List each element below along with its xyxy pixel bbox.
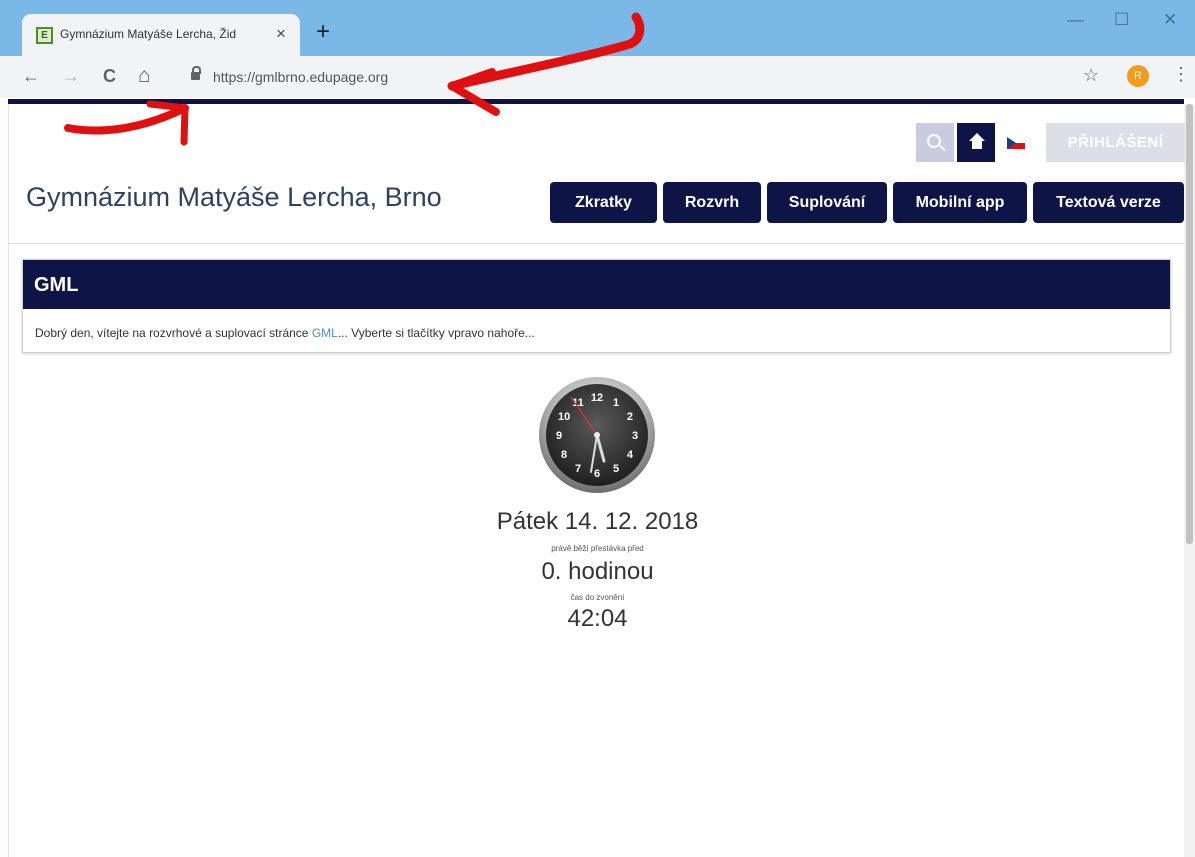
scrollbar-thumb[interactable] — [1186, 104, 1193, 544]
panel-text-before: Dobrý den, vítejte na rozvrhové a suplov… — [35, 326, 312, 340]
language-button[interactable] — [995, 123, 1035, 162]
clock-number-7: 7 — [575, 463, 581, 475]
clock-number-6: 6 — [594, 468, 600, 480]
clock-face-svg: 12 1234567891011 — [539, 377, 655, 493]
annotation-arrowhead-left — [146, 100, 189, 146]
clock-number-8: 8 — [561, 449, 567, 461]
profile-avatar[interactable]: R — [1127, 65, 1149, 87]
url-text: https://gmlbrno.edupage.org — [213, 69, 389, 85]
break-label: právě běží přestávka před — [551, 544, 644, 553]
menu-zkratky-button[interactable]: Zkratky — [550, 182, 657, 223]
favicon-icon: E — [36, 27, 53, 44]
browser-toolbar: ← → C ⌂ https://gmlbrno.edupage.org ☆ R … — [0, 56, 1195, 98]
panel-header: GML — [23, 260, 1170, 309]
lock-icon — [191, 66, 201, 80]
panel-text: Dobrý den, vítejte na rozvrhové a suplov… — [35, 326, 535, 340]
maximize-button[interactable]: ☐ — [1114, 10, 1129, 30]
back-button[interactable]: ← — [22, 65, 40, 87]
top-accent-bar — [8, 99, 1184, 104]
clock-number-12: 12 — [591, 392, 603, 404]
home-button[interactable]: ⌂ — [138, 65, 151, 87]
login-button[interactable]: PŘIHLÁŠENÍ — [1046, 123, 1185, 162]
menu-text-version-button[interactable]: Textová verze — [1033, 182, 1184, 223]
bell-countdown: 42:04 — [567, 605, 628, 632]
home-icon — [969, 133, 985, 141]
search-button[interactable] — [916, 123, 954, 162]
czech-flag-icon — [1007, 137, 1025, 149]
minimize-button[interactable]: — — [1067, 10, 1084, 30]
bookmark-star-icon[interactable]: ☆ — [1083, 65, 1099, 86]
forward-button[interactable]: → — [62, 65, 80, 87]
menu-suplovani-button[interactable]: Suplování — [767, 182, 887, 223]
clock-number-9: 9 — [556, 430, 562, 442]
tab-title: Gymnázium Matyáše Lercha, Žid — [60, 27, 237, 41]
welcome-panel: GML Dobrý den, vítejte na rozvrhové a su… — [22, 259, 1171, 353]
home-icon-body — [972, 141, 982, 149]
browser-tab[interactable]: E Gymnázium Matyáše Lercha, Žid × — [22, 14, 300, 56]
menu-rozvrh-button[interactable]: Rozvrh — [663, 182, 761, 223]
browser-menu-icon[interactable]: ⋮ — [1172, 64, 1190, 85]
bell-label: čas do zvonění — [570, 593, 625, 602]
clock-number-2: 2 — [627, 411, 633, 423]
browser-titlebar: E Gymnázium Matyáše Lercha, Žid × + — ☐ … — [0, 0, 1195, 56]
header-divider — [8, 243, 1184, 244]
annotation-stroke-left — [64, 104, 189, 135]
panel-text-after: ... Vyberte si tlačítky vpravo nahoře... — [337, 326, 535, 340]
clock-number-1: 1 — [613, 397, 619, 409]
close-window-button[interactable]: ✕ — [1163, 10, 1177, 30]
clock-number-3: 3 — [632, 430, 638, 442]
clock-number-5: 5 — [613, 463, 619, 475]
page-scrollbar[interactable] — [1184, 104, 1195, 857]
home-nav-button[interactable] — [957, 123, 995, 162]
current-date: Pátek 14. 12. 2018 — [496, 508, 699, 535]
new-tab-button[interactable]: + — [316, 20, 330, 44]
clock-center-pin — [594, 432, 600, 438]
page-left-edge — [0, 104, 9, 857]
reload-button[interactable]: C — [103, 65, 116, 87]
tab-close-icon[interactable]: × — [276, 24, 286, 44]
clock-number-4: 4 — [627, 449, 634, 461]
search-icon — [927, 134, 941, 148]
site-title: Gymnázium Matyáše Lercha, Brno — [26, 182, 442, 212]
gml-link[interactable]: GML — [312, 326, 338, 340]
next-lesson: 0. hodinou — [541, 558, 654, 585]
menu-mobile-app-button[interactable]: Mobilní app — [893, 182, 1027, 223]
panel-title: GML — [34, 274, 79, 296]
clock-number-10: 10 — [558, 411, 570, 423]
address-bar[interactable]: https://gmlbrno.edupage.org — [173, 62, 1116, 92]
analog-clock: 12 1 2 3 4 5 6 7 8 9 10 11 — [537, 375, 657, 495]
